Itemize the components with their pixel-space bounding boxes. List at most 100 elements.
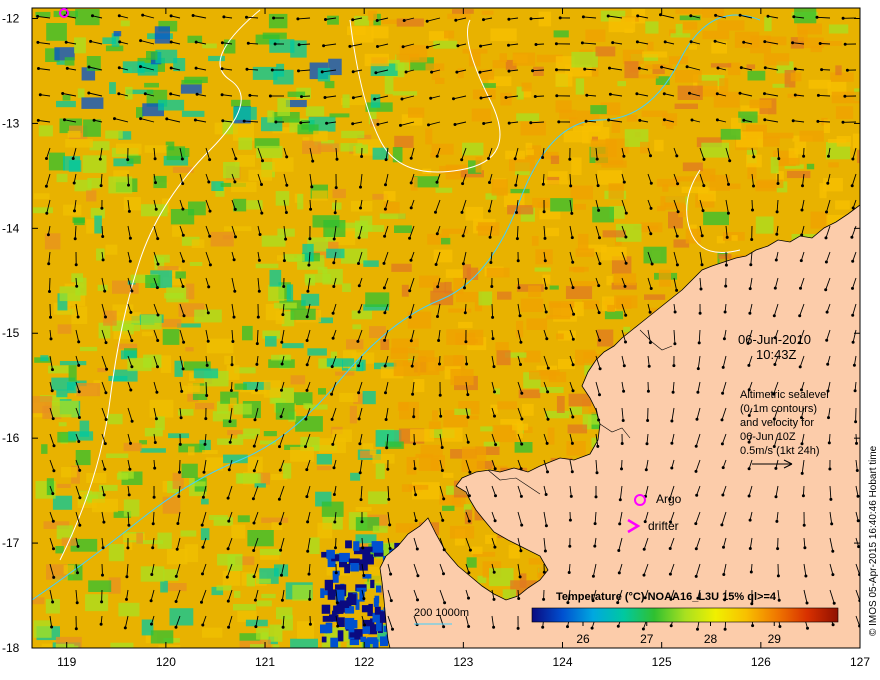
sst-pixel: [533, 66, 544, 76]
sst-pixel: [806, 163, 815, 170]
sst-pixel: [471, 108, 491, 122]
velocity-vector-head: [402, 19, 406, 22]
velocity-vector-head: [104, 418, 108, 421]
sst-pixel: [202, 627, 223, 638]
velocity-vector-head: [334, 186, 338, 190]
sst-pixel: [355, 507, 372, 512]
sst-pixel: [797, 29, 808, 42]
velocity-vector-head: [494, 443, 498, 447]
velocity-vector-head: [335, 157, 339, 161]
sst-pixel: [86, 56, 101, 71]
sst-pixel: [507, 205, 534, 215]
velocity-vector-head: [331, 336, 335, 340]
velocity-vector-head: [375, 19, 379, 22]
velocity-vector-head: [491, 337, 495, 341]
velocity-vector-head: [519, 549, 523, 553]
sst-pixel: [414, 176, 439, 188]
sst-pixel: [746, 64, 756, 69]
sst-pixel: [146, 51, 158, 60]
velocity-vector-head: [261, 159, 264, 163]
sst-pixel: [222, 570, 241, 586]
sst-pixel: [432, 410, 439, 421]
sst-pixel: [491, 179, 508, 196]
velocity-vector-head: [727, 182, 730, 186]
velocity-vector-head: [388, 547, 392, 550]
velocity-vector-head: [852, 363, 856, 367]
sst-pixel: [495, 342, 509, 351]
velocity-vector-head: [618, 522, 622, 526]
velocity-vector-head: [675, 263, 679, 267]
velocity-vector-head: [383, 234, 387, 238]
sst-pixel: [267, 110, 275, 123]
sst-pixel: [56, 173, 68, 183]
sst-pixel: [191, 239, 205, 248]
velocity-vector-head: [517, 286, 521, 290]
velocity-vector-head: [257, 258, 261, 262]
sst-pixel: [525, 149, 534, 156]
sst-pixel: [673, 176, 702, 182]
velocity-vector-head: [174, 625, 178, 629]
velocity-vector-head: [715, 92, 719, 96]
sst-pixel: [67, 130, 81, 138]
lat-tick-label: -12: [2, 11, 20, 25]
velocity-vector-head: [531, 69, 535, 73]
velocity-vector-head: [49, 337, 53, 341]
sst-pixel: [118, 602, 140, 617]
velocity-vector-head: [310, 185, 314, 189]
velocity-vector-head: [493, 467, 497, 471]
velocity-vector-head: [332, 466, 336, 470]
velocity-vector-head: [642, 573, 646, 577]
velocity-vector-head: [569, 494, 573, 498]
sst-pixel: [108, 544, 125, 562]
velocity-vector-head: [673, 342, 677, 346]
velocity-vector-head: [127, 523, 131, 527]
sst-pixel: [447, 13, 471, 20]
sst-pixel: [180, 84, 202, 94]
velocity-vector-head: [720, 523, 724, 527]
velocity-vector-head: [507, 17, 511, 21]
velocity-vector-head: [622, 154, 626, 158]
velocity-vector-head: [46, 233, 50, 237]
velocity-vector-head: [851, 157, 855, 161]
sst-pixel: [52, 495, 73, 510]
sst-pixel: [342, 94, 350, 108]
velocity-vector-head: [385, 446, 389, 450]
velocity-vector-head: [154, 417, 158, 421]
sst-pixel: [256, 578, 271, 584]
sst-pixel: [99, 484, 118, 491]
velocity-vector-head: [270, 68, 274, 72]
velocity-vector-head: [543, 236, 547, 240]
velocity-vector-head: [519, 494, 523, 498]
velocity-vector-head: [695, 493, 699, 497]
sst-pixel: [546, 227, 560, 237]
velocity-vector-head: [714, 13, 718, 17]
sst-pixel: [536, 365, 558, 370]
sst-pixel: [442, 505, 455, 511]
sst-pixel: [110, 642, 134, 648]
velocity-vector-head: [91, 14, 94, 18]
sst-pixel: [490, 404, 498, 414]
sst-pixel: [472, 89, 496, 100]
velocity-vector-head: [75, 284, 79, 288]
velocity-vector-head: [284, 211, 288, 214]
sst-map: 119 120 121 122 123 124 125 126 127 -12 -13 -14 -15 -…: [2, 7, 879, 669]
velocity-vector-head: [299, 121, 303, 125]
sst-pixel: [68, 365, 77, 382]
velocity-vector-head: [492, 570, 496, 574]
velocity-vector-head: [492, 597, 496, 601]
velocity-vector-head: [174, 574, 178, 578]
velocity-vector-head: [637, 66, 641, 70]
velocity-vector-head: [507, 121, 511, 125]
sst-pixel: [408, 484, 429, 490]
velocity-vector-head: [399, 123, 402, 127]
velocity-vector-head: [151, 546, 155, 550]
velocity-vector-head: [101, 546, 105, 550]
sst-pixel: [553, 30, 569, 38]
sst-pixel: [224, 226, 252, 232]
sst-pixel: [273, 302, 297, 309]
velocity-vector: [818, 94, 831, 97]
velocity-vector: [817, 120, 831, 123]
velocity-vector-head: [357, 391, 361, 395]
velocity-vector-head: [99, 184, 103, 188]
sst-pixel: [396, 53, 420, 60]
